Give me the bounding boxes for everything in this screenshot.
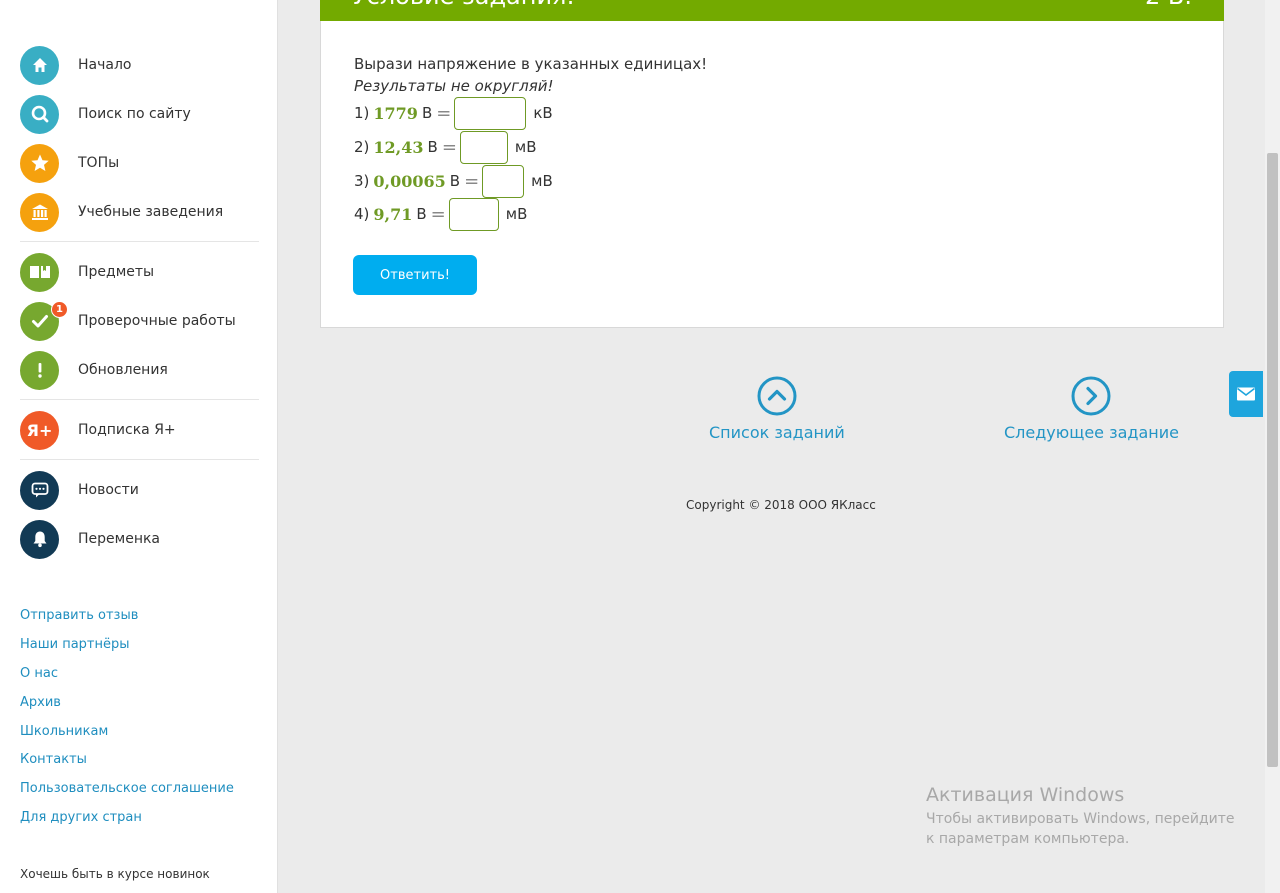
row-unit-to: мВ xyxy=(505,205,528,223)
task-list-link[interactable]: Список заданий xyxy=(709,376,845,442)
sidebar-item-label: Предметы xyxy=(78,264,155,280)
scrollbar[interactable] xyxy=(1265,0,1280,893)
row-index: 2) xyxy=(354,138,370,156)
row-unit-to: мВ xyxy=(514,138,537,156)
answer-input-4[interactable] xyxy=(448,197,499,231)
sidebar-item-label: Новости xyxy=(78,482,139,498)
task-header-title: Условие задания: xyxy=(352,0,575,10)
row-value: 1779 xyxy=(373,103,418,123)
next-task-label: Следующее задание xyxy=(1004,423,1179,442)
footer-link-other-countries[interactable]: Для других стран xyxy=(20,809,234,838)
news-subscribe-hint: Хочешь быть в курсе новинок xyxy=(20,867,210,881)
row-value: 12,43 xyxy=(373,137,424,157)
sidebar-item-label: Проверочные работы xyxy=(78,313,236,329)
task-hint: Результаты не округляй! xyxy=(354,77,554,95)
sidebar-item-label: Поиск по сайту xyxy=(78,106,191,122)
row-unit-from: В xyxy=(416,205,427,223)
mail-icon xyxy=(1237,387,1255,401)
footer-link-contacts[interactable]: Контакты xyxy=(20,751,234,780)
row-unit-to: кВ xyxy=(533,104,553,122)
notification-badge: 1 xyxy=(51,300,68,318)
task-prompt: Вырази напряжение в указанных единицах! xyxy=(354,55,708,73)
sidebar-item-search[interactable]: Поиск по сайту xyxy=(20,94,191,134)
feedback-tab[interactable] xyxy=(1229,371,1263,417)
row-unit-from: В xyxy=(449,172,461,190)
exclamation-icon xyxy=(20,350,59,390)
sidebar-item-updates[interactable]: Обновления xyxy=(20,350,168,390)
row-value: 9,71 xyxy=(373,204,413,224)
sidebar-item-subjects[interactable]: Предметы xyxy=(20,252,154,292)
sidebar-item-label: Переменка xyxy=(78,531,161,547)
sidebar-divider xyxy=(20,459,259,460)
sidebar-item-label: Подписка Я+ xyxy=(78,422,176,438)
sidebar-divider xyxy=(20,241,259,242)
checkmark-icon: 1 xyxy=(20,300,68,341)
scrollbar-thumb[interactable] xyxy=(1267,153,1278,767)
task-row: 4) 9,71 В = мВ xyxy=(354,197,527,231)
sidebar-item-break[interactable]: Переменка xyxy=(20,519,160,559)
chevron-right-icon xyxy=(1071,376,1111,416)
footer-link-agreement[interactable]: Пользовательское соглашение xyxy=(20,780,234,809)
sidebar-item-news[interactable]: Новости xyxy=(20,470,139,510)
row-equals: = xyxy=(464,170,480,192)
copyright: Copyright © 2018 ООО ЯКласс xyxy=(686,498,876,512)
footer-link-feedback[interactable]: Отправить отзыв xyxy=(20,607,234,636)
sidebar-item-institutions[interactable]: Учебные заведения xyxy=(20,192,223,232)
task-card: Вырази напряжение в указанных единицах! … xyxy=(320,21,1224,328)
footer-link-about[interactable]: О нас xyxy=(20,665,234,694)
answer-input-1[interactable] xyxy=(454,96,527,130)
task-points: 2 Б. xyxy=(1145,0,1192,10)
row-unit-from: В xyxy=(421,104,433,122)
books-icon xyxy=(20,252,59,292)
chat-icon xyxy=(20,470,59,510)
row-equals: = xyxy=(436,102,452,124)
sidebar-item-tops[interactable]: ТОПы xyxy=(20,143,119,183)
footer-link-students[interactable]: Школьникам xyxy=(20,723,234,752)
row-value: 0,00065 xyxy=(373,171,446,191)
footer-link-archive[interactable]: Архив xyxy=(20,694,234,723)
submit-answer-button[interactable]: Ответить! xyxy=(353,255,477,295)
footer-link-partners[interactable]: Наши партнёры xyxy=(20,636,234,665)
bell-icon xyxy=(20,519,59,559)
institution-icon xyxy=(20,192,59,232)
chevron-up-icon xyxy=(757,376,797,416)
ya-plus-icon: Я+ xyxy=(20,410,59,450)
row-unit-from: В xyxy=(427,138,438,156)
row-unit-to: мВ xyxy=(531,172,553,190)
footer-links: Отправить отзыв Наши партнёры О нас Архи… xyxy=(20,607,234,838)
sidebar-item-home[interactable]: Начало xyxy=(20,45,131,85)
task-list-label: Список заданий xyxy=(709,423,845,442)
sidebar-item-label: ТОПы xyxy=(78,155,120,171)
sidebar-item-label: Начало xyxy=(78,57,132,73)
search-icon xyxy=(20,94,59,134)
row-index: 4) xyxy=(354,205,370,223)
next-task-link[interactable]: Следующее задание xyxy=(1004,376,1179,442)
sidebar-item-label: Учебные заведения xyxy=(78,204,224,220)
sidebar-item-tests[interactable]: 1 Проверочные работы xyxy=(20,300,236,341)
sidebar-divider xyxy=(20,399,259,400)
answer-input-3[interactable] xyxy=(482,164,525,198)
windows-activation-title: Активация Windows xyxy=(926,784,1125,806)
sidebar-item-label: Обновления xyxy=(78,362,168,378)
task-row: 2) 12,43 В = мВ xyxy=(354,130,537,164)
answer-input-2[interactable] xyxy=(459,130,508,164)
star-icon xyxy=(20,143,59,183)
row-index: 3) xyxy=(354,172,370,190)
task-header: Условие задания: 2 Б. xyxy=(320,0,1224,21)
task-row: 1) 1779 В = кВ xyxy=(354,96,553,130)
home-icon xyxy=(20,45,59,85)
sidebar-item-subscription[interactable]: Я+ Подписка Я+ xyxy=(20,410,176,450)
row-equals: = xyxy=(441,136,457,158)
row-equals: = xyxy=(430,203,446,225)
windows-activation-subtitle: Чтобы активировать Windows, перейдите к … xyxy=(926,811,1235,847)
task-row: 3) 0,00065 В = мВ xyxy=(354,164,553,198)
row-index: 1) xyxy=(354,104,370,122)
sidebar: Начало Поиск по сайту ТОПы Учебные завед… xyxy=(0,0,278,893)
